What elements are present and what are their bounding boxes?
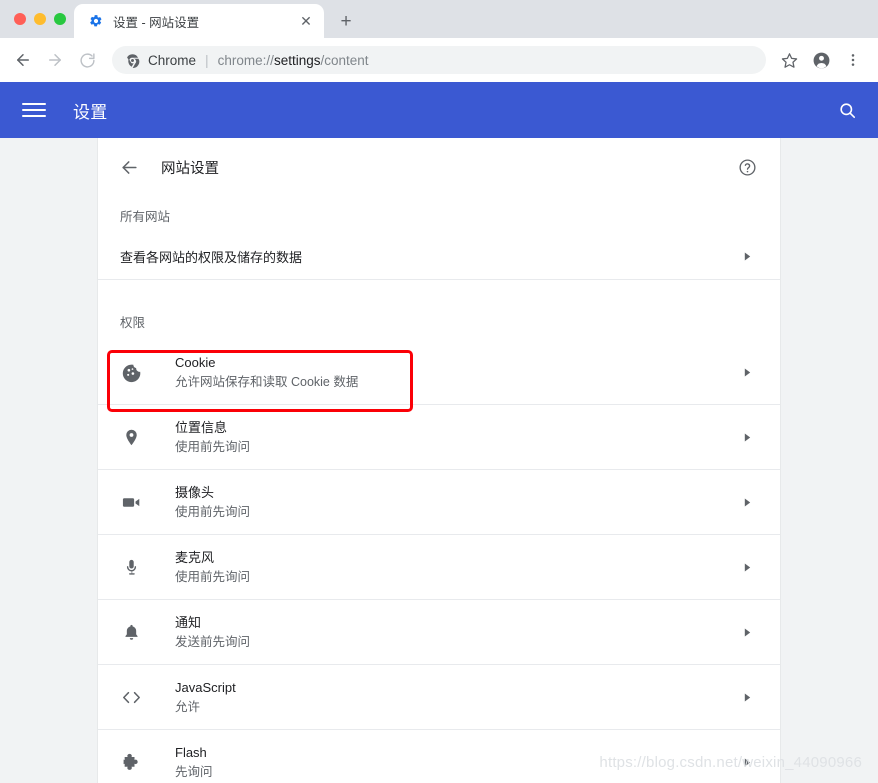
chevron-right-icon — [738, 368, 756, 377]
maximize-window-button[interactable] — [54, 13, 66, 25]
hamburger-icon[interactable] — [22, 98, 46, 122]
settings-app-header: 设置 — [0, 82, 878, 138]
gear-icon — [88, 13, 104, 29]
permission-sub: 使用前先询问 — [175, 503, 738, 522]
arrow-left-icon[interactable] — [116, 154, 142, 180]
code-brackets-icon — [116, 687, 146, 708]
watermark-text: https://blog.csdn.net/weixin_44090966 — [599, 754, 862, 771]
permission-title: 通知 — [175, 613, 738, 632]
permission-title: 位置信息 — [175, 418, 738, 437]
tab-title: 设置 - 网站设置 — [113, 12, 287, 31]
browser-toolbar: Chrome | chrome://settings/content — [0, 38, 878, 82]
permission-sub: 使用前先询问 — [175, 568, 738, 587]
minimize-window-button[interactable] — [34, 13, 46, 25]
cookie-icon — [116, 362, 146, 383]
browser-menu-icon[interactable] — [838, 45, 868, 75]
reload-button[interactable] — [72, 45, 102, 75]
permission-row-camera[interactable]: 摄像头 使用前先询问 — [98, 470, 780, 535]
bell-icon — [116, 623, 146, 642]
chevron-right-icon — [738, 693, 756, 702]
settings-title: 设置 — [73, 98, 108, 123]
row-label: 查看各网站的权限及储存的数据 — [120, 247, 738, 266]
url-suffix: /content — [320, 53, 368, 68]
site-settings-card: 网站设置 所有网站 查看各网站的权限及储存的数据 权限 — [98, 138, 780, 783]
chrome-icon — [124, 52, 140, 68]
help-circle-icon[interactable] — [736, 156, 758, 178]
permission-title: 麦克风 — [175, 548, 738, 567]
new-tab-button[interactable]: + — [332, 7, 360, 35]
close-window-button[interactable] — [14, 13, 26, 25]
microphone-icon — [116, 558, 146, 577]
chevron-right-icon — [738, 628, 756, 637]
permission-title: Cookie — [175, 353, 738, 372]
permission-text: 位置信息 使用前先询问 — [175, 418, 738, 457]
permission-row-notifications[interactable]: 通知 发送前先询问 — [98, 600, 780, 665]
url-prefix: chrome:// — [218, 53, 274, 68]
permissions-list: Cookie 允许网站保存和读取 Cookie 数据 位置信息 使用前先询问 — [98, 340, 780, 783]
permission-sub: 允许 — [175, 698, 738, 717]
tab-strip: 设置 - 网站设置 ✕ + — [0, 0, 878, 38]
permission-text: 摄像头 使用前先询问 — [175, 483, 738, 522]
profile-avatar-icon[interactable] — [806, 45, 836, 75]
browser-window: 设置 - 网站设置 ✕ + Chrome — [0, 0, 878, 783]
puzzle-piece-icon — [116, 752, 146, 772]
bookmark-star-icon[interactable] — [774, 45, 804, 75]
browser-tab[interactable]: 设置 - 网站设置 ✕ — [74, 4, 324, 38]
permission-text: 麦克风 使用前先询问 — [175, 548, 738, 587]
chevron-right-icon — [738, 433, 756, 442]
permission-sub: 发送前先询问 — [175, 633, 738, 652]
forward-button[interactable] — [40, 45, 70, 75]
window-traffic-lights — [10, 0, 74, 38]
address-bar[interactable]: Chrome | chrome://settings/content — [112, 46, 766, 74]
camera-icon — [116, 492, 146, 513]
section-label-all-sites: 所有网站 — [98, 196, 780, 234]
chevron-right-icon — [738, 252, 756, 261]
permission-row-location[interactable]: 位置信息 使用前先询问 — [98, 405, 780, 470]
section-label-permissions: 权限 — [98, 302, 780, 340]
chevron-right-icon — [738, 498, 756, 507]
permission-row-microphone[interactable]: 麦克风 使用前先询问 — [98, 535, 780, 600]
omnibox-site-label: Chrome — [148, 53, 196, 68]
row-view-site-permissions[interactable]: 查看各网站的权限及储存的数据 — [98, 234, 780, 280]
permission-sub: 使用前先询问 — [175, 438, 738, 457]
permission-row-cookie[interactable]: Cookie 允许网站保存和读取 Cookie 数据 — [98, 340, 780, 405]
permission-title: 摄像头 — [175, 483, 738, 502]
chevron-right-icon — [738, 563, 756, 572]
permission-row-javascript[interactable]: JavaScript 允许 — [98, 665, 780, 730]
page-title: 网站设置 — [161, 157, 736, 178]
card-header: 网站设置 — [98, 138, 780, 196]
permission-sub: 允许网站保存和读取 Cookie 数据 — [175, 373, 738, 392]
permission-text: Cookie 允许网站保存和读取 Cookie 数据 — [175, 353, 738, 392]
permission-text: 通知 发送前先询问 — [175, 613, 738, 652]
omnibox-url: chrome://settings/content — [218, 53, 369, 68]
search-icon[interactable] — [834, 97, 860, 123]
settings-page-body: 网站设置 所有网站 查看各网站的权限及储存的数据 权限 — [0, 138, 878, 783]
location-pin-icon — [116, 428, 146, 447]
url-strong: settings — [274, 53, 321, 68]
back-button[interactable] — [8, 45, 38, 75]
permission-title: JavaScript — [175, 678, 738, 697]
permission-text: JavaScript 允许 — [175, 678, 738, 717]
omnibox-separator: | — [204, 52, 210, 68]
close-icon[interactable]: ✕ — [296, 11, 316, 31]
